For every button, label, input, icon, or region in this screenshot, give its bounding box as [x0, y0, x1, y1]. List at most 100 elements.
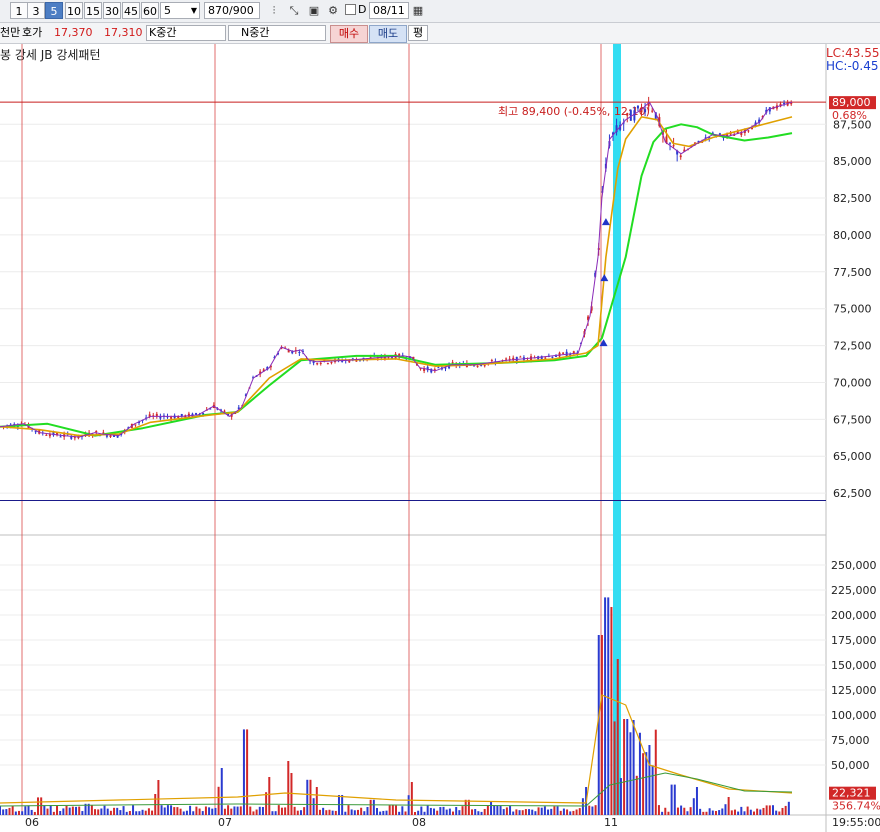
period-button-3[interactable]: 3 — [27, 2, 45, 19]
volume-bar — [594, 805, 597, 815]
volume-bar — [676, 807, 679, 815]
volume-bar — [43, 805, 46, 815]
volume-bar — [623, 719, 626, 815]
period-button-10[interactable]: 10 — [65, 2, 83, 19]
volume-bar — [759, 809, 762, 815]
volume-bar — [528, 809, 531, 815]
volume-bar — [667, 811, 670, 815]
candle-body — [636, 105, 639, 109]
volume-bar — [280, 807, 283, 815]
volume-bar — [635, 775, 638, 815]
volume-bar — [578, 808, 581, 815]
period-button-1[interactable]: 1 — [10, 2, 28, 19]
volume-bar — [163, 807, 166, 815]
count-total: /900 — [229, 4, 254, 17]
volume-bar — [512, 811, 515, 815]
period-button-15[interactable]: 15 — [84, 2, 102, 19]
volume-bar — [182, 811, 185, 815]
volume-bar — [379, 811, 382, 815]
period-button-60[interactable]: 60 — [141, 2, 159, 19]
interval-select[interactable]: 5 ▼ — [160, 2, 200, 19]
candle-body — [159, 416, 162, 419]
save-icon[interactable]: ▣ — [306, 3, 322, 18]
draw-tool-icon[interactable]: ⤡ — [286, 3, 302, 18]
volume-bar — [569, 811, 572, 815]
calendar-icon[interactable]: ▦ — [410, 3, 426, 18]
volume-bar — [350, 809, 353, 815]
n-mid-field[interactable]: N중간 — [228, 25, 326, 41]
count-field[interactable]: 870/900 — [204, 2, 260, 19]
volume-bar — [768, 805, 771, 815]
extra-button[interactable]: 평 — [408, 25, 428, 41]
period-button-5[interactable]: 5 — [45, 2, 63, 19]
volume-tick-label: 150,000 — [831, 659, 877, 672]
volume-bar — [686, 811, 689, 815]
volume-bar — [21, 811, 24, 815]
volume-bar — [420, 806, 423, 815]
candle-body — [562, 352, 565, 354]
volume-bar — [325, 810, 328, 815]
current-volume-label: 22,321 — [832, 787, 871, 800]
period-button-30[interactable]: 30 — [103, 2, 121, 19]
interval-value: 5 — [164, 4, 171, 17]
chart-toolbar: 1 3 5 10 15 30 45 60 5 ▼ 870/900 ⫶ ⤡ ▣ ⚙ D 08/1… — [0, 0, 880, 23]
buy-button[interactable]: 매수 — [330, 25, 368, 43]
volume-bar — [581, 798, 584, 815]
candle-body — [59, 436, 62, 438]
volume-bar — [572, 810, 575, 815]
volume-bar — [445, 809, 448, 815]
volume-bar — [223, 808, 226, 815]
period-button-45[interactable]: 45 — [122, 2, 140, 19]
volume-bar — [261, 806, 264, 815]
volume-bar — [141, 809, 144, 815]
volume-bar — [204, 806, 207, 815]
signal-arrow-marker — [601, 218, 610, 226]
volume-bar — [198, 808, 201, 815]
price-tick-label: 65,000 — [833, 450, 872, 463]
current-price-label: 89,000 — [832, 96, 871, 109]
volume-bar — [347, 805, 350, 815]
volume-bar — [252, 811, 255, 815]
price-tick-label: 80,000 — [833, 229, 872, 242]
volume-bar — [372, 799, 375, 815]
candle-body — [95, 430, 98, 433]
candle-body — [48, 434, 51, 437]
volume-bar — [505, 807, 508, 815]
volume-bar — [714, 810, 717, 815]
candle-body — [669, 142, 672, 144]
volume-bar — [559, 810, 562, 815]
volume-bar — [176, 807, 179, 815]
candle-body — [437, 367, 440, 369]
volume-bar — [784, 805, 787, 815]
volume-bar — [214, 807, 217, 815]
volume-bar — [138, 811, 141, 815]
date-field[interactable]: 08/11 — [369, 2, 409, 19]
volume-bar — [5, 809, 8, 815]
sell-button[interactable]: 매도 — [369, 25, 407, 43]
volume-bar — [144, 810, 147, 815]
volume-bar — [249, 806, 252, 815]
volume-bar — [179, 808, 182, 815]
volume-bar — [496, 805, 499, 815]
volume-bar — [265, 792, 268, 815]
volume-bar — [160, 805, 163, 815]
d-checkbox[interactable] — [345, 4, 356, 15]
volume-bar — [71, 806, 74, 815]
gear-icon[interactable]: ⚙ — [325, 3, 341, 18]
candle-type-icon[interactable]: ⫶ — [266, 3, 282, 18]
volume-bar — [464, 799, 467, 815]
volume-bar — [651, 765, 654, 815]
k-mid-field[interactable]: K중간 — [146, 25, 226, 41]
volume-bar — [550, 808, 553, 815]
price-tick-label: 62,500 — [833, 487, 872, 500]
volume-bar — [721, 808, 724, 815]
volume-bar — [521, 810, 524, 815]
candle-body — [672, 145, 675, 147]
volume-bar — [775, 810, 778, 815]
stock-chart: 87,50085,00082,50080,00077,50075,00072,5… — [0, 44, 880, 832]
volume-bar — [718, 810, 721, 815]
candle-body — [170, 417, 173, 419]
volume-bar — [119, 810, 122, 815]
current-volume-pct: 356.74% — [832, 800, 880, 813]
signal-arrow-marker — [600, 274, 609, 282]
